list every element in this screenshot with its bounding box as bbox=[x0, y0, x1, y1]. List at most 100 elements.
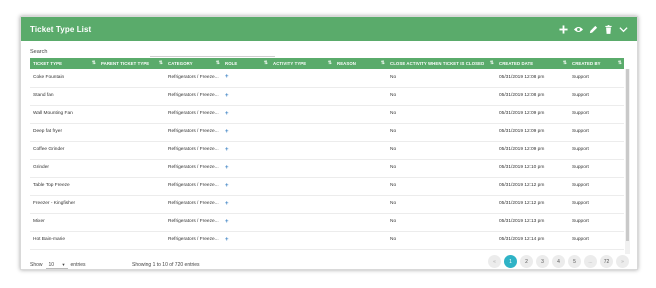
cell-role[interactable]: + bbox=[222, 177, 270, 195]
cell-role[interactable]: + bbox=[222, 69, 270, 87]
cell-role[interactable]: + bbox=[222, 123, 270, 141]
cell-text: Refrigerators / Freeze... bbox=[168, 129, 219, 134]
page-button[interactable]: ... bbox=[584, 255, 597, 268]
next-page-button[interactable]: » bbox=[616, 255, 629, 268]
cell-created-by: Support bbox=[569, 123, 624, 141]
view-icon[interactable] bbox=[574, 25, 583, 34]
page-button[interactable]: 72 bbox=[600, 255, 613, 268]
sort-icon[interactable]: ⇅ bbox=[618, 60, 622, 66]
cell-created-date: 05/31/2019 12:10 pm bbox=[496, 159, 569, 177]
chevron-down-icon[interactable] bbox=[619, 25, 628, 34]
add-role-icon[interactable]: + bbox=[225, 219, 229, 225]
table-row[interactable]: Mixer Refrigerators / Freeze... + No 05/31/2… bbox=[30, 213, 624, 231]
cell-text: 05/31/2019 12:08 pm bbox=[499, 74, 545, 80]
cell-text: No bbox=[390, 237, 397, 242]
cell-category: Refrigerators / Freeze... bbox=[165, 141, 222, 159]
cell-role[interactable]: + bbox=[222, 159, 270, 177]
cell-text: Freezer - Kingfisher bbox=[33, 201, 76, 206]
cell-reason bbox=[334, 123, 387, 141]
page-button[interactable]: 3 bbox=[536, 255, 549, 268]
table-row[interactable]: Coke Fountain Refrigerators / Freeze... + N… bbox=[30, 69, 624, 87]
sort-icon[interactable]: ⇅ bbox=[381, 60, 385, 66]
delete-icon[interactable] bbox=[604, 24, 613, 34]
page-button[interactable]: 1 bbox=[504, 255, 517, 268]
cell-ticket-type: Deep fat fryer bbox=[30, 123, 98, 141]
cell-category: Refrigerators / Freeze... bbox=[165, 231, 222, 249]
table-row[interactable]: Table Top Freeze Refrigerators / Freeze..… bbox=[30, 177, 624, 195]
column-header[interactable]: PARENT TICKET TYPE ⇅ bbox=[98, 58, 165, 69]
sort-icon[interactable]: ⇅ bbox=[92, 60, 96, 66]
cell-ticket-type: Coffee Grinder bbox=[30, 141, 98, 159]
cell-role[interactable]: + bbox=[222, 195, 270, 213]
cell-role[interactable]: + bbox=[222, 141, 270, 159]
column-header[interactable]: REASON ⇅ bbox=[334, 58, 387, 69]
cell-category: Refrigerators / Freeze... bbox=[165, 105, 222, 123]
cell-created-date: 05/31/2019 12:08 pm bbox=[496, 69, 569, 87]
cell-activity bbox=[270, 213, 334, 231]
cell-text: 05/31/2019 12:12 pm bbox=[499, 201, 545, 206]
cell-text: Support bbox=[572, 165, 589, 170]
sort-icon[interactable]: ⇅ bbox=[264, 60, 268, 66]
cell-created-by: Support bbox=[569, 177, 624, 195]
cell-ticket-type: Freezer - Kingfisher bbox=[30, 195, 98, 213]
table-row[interactable]: Freezer - Kingfisher Refrigerators / Free… bbox=[30, 195, 624, 213]
cell-role[interactable]: + bbox=[222, 231, 270, 249]
column-header[interactable]: CREATED DATE ⇅ bbox=[496, 58, 569, 69]
scrollbar-thumb[interactable] bbox=[626, 69, 629, 241]
add-role-icon[interactable]: + bbox=[225, 147, 229, 153]
add-role-icon[interactable]: + bbox=[225, 183, 229, 189]
add-role-icon[interactable]: + bbox=[225, 129, 229, 135]
table-row[interactable]: Coffee Grinder Refrigerators / Freeze... +… bbox=[30, 141, 624, 159]
table-scrollbar[interactable] bbox=[625, 69, 630, 254]
column-header[interactable]: CATEGORY ⇅ bbox=[165, 58, 222, 69]
page-button[interactable]: 2 bbox=[520, 255, 533, 268]
search-label: Search bbox=[30, 49, 48, 55]
add-role-icon[interactable]: + bbox=[225, 237, 229, 243]
cell-role[interactable]: + bbox=[222, 213, 270, 231]
pagination: «1 2 3 4 5... 72» bbox=[488, 255, 629, 268]
sort-icon[interactable]: ⇅ bbox=[159, 60, 163, 66]
table-row[interactable]: Hot Bain-marie Refrigerators / Freeze... +… bbox=[30, 231, 624, 249]
column-header[interactable]: ROLE ⇅ bbox=[222, 58, 270, 69]
page-size-select[interactable]: 10 ▼ bbox=[45, 262, 68, 269]
column-header[interactable]: CREATED BY ⇅ bbox=[569, 58, 624, 69]
entries-label: entries bbox=[70, 262, 86, 268]
add-role-icon[interactable]: + bbox=[225, 74, 229, 80]
table-row[interactable]: Wall Mounting Fan Refrigerators / Freeze.… bbox=[30, 105, 624, 123]
cell-ticket-type: Wall Mounting Fan bbox=[30, 105, 98, 123]
edit-icon[interactable] bbox=[589, 25, 598, 34]
cell-text: Refrigerators / Freeze... bbox=[168, 201, 219, 206]
prev-page-button[interactable]: « bbox=[488, 255, 501, 268]
cell-text: 05/31/2019 12:09 pm bbox=[499, 111, 545, 116]
cell-created-date: 05/31/2019 12:12 pm bbox=[496, 177, 569, 195]
add-role-icon[interactable]: + bbox=[225, 165, 229, 171]
table-row[interactable]: Deep fat fryer Refrigerators / Freeze... +… bbox=[30, 123, 624, 141]
cell-parent bbox=[98, 105, 165, 123]
cell-created-date: 05/31/2019 12:13 pm bbox=[496, 213, 569, 231]
cell-activity bbox=[270, 177, 334, 195]
add-role-icon[interactable]: + bbox=[225, 201, 229, 207]
cell-parent bbox=[98, 195, 165, 213]
add-role-icon[interactable]: + bbox=[225, 111, 229, 117]
sort-icon[interactable]: ⇅ bbox=[490, 60, 494, 66]
cell-role[interactable]: + bbox=[222, 87, 270, 105]
cell-role[interactable]: + bbox=[222, 105, 270, 123]
column-header[interactable]: ACTIVITY TYPE ⇅ bbox=[270, 58, 334, 69]
table-row[interactable]: Stand fan Refrigerators / Freeze... + No 05/… bbox=[30, 87, 624, 105]
page-button[interactable]: 5 bbox=[568, 255, 581, 268]
table-row[interactable]: Grinder Refrigerators / Freeze... + No 05/31… bbox=[30, 159, 624, 177]
cell-text: Refrigerators / Freeze... bbox=[168, 183, 219, 188]
column-header[interactable]: TICKET TYPE ⇅ bbox=[30, 58, 98, 69]
column-header[interactable]: CLOSE ACTIVITY WHEN TICKET IS CLOSED ⇅ bbox=[387, 58, 496, 69]
sort-icon[interactable]: ⇅ bbox=[328, 60, 332, 66]
cell-activity bbox=[270, 159, 334, 177]
cell-created-by: Support bbox=[569, 195, 624, 213]
table-info: Showing 1 to 10 of 720 entries bbox=[132, 262, 200, 268]
add-icon[interactable] bbox=[559, 24, 568, 34]
page-button[interactable]: 4 bbox=[552, 255, 565, 268]
search-input[interactable] bbox=[150, 51, 275, 57]
cell-created-date: 05/31/2019 12:14 pm bbox=[496, 231, 569, 249]
sort-icon[interactable]: ⇅ bbox=[216, 60, 220, 66]
sort-icon[interactable]: ⇅ bbox=[563, 60, 567, 66]
add-role-icon[interactable]: + bbox=[225, 93, 229, 99]
